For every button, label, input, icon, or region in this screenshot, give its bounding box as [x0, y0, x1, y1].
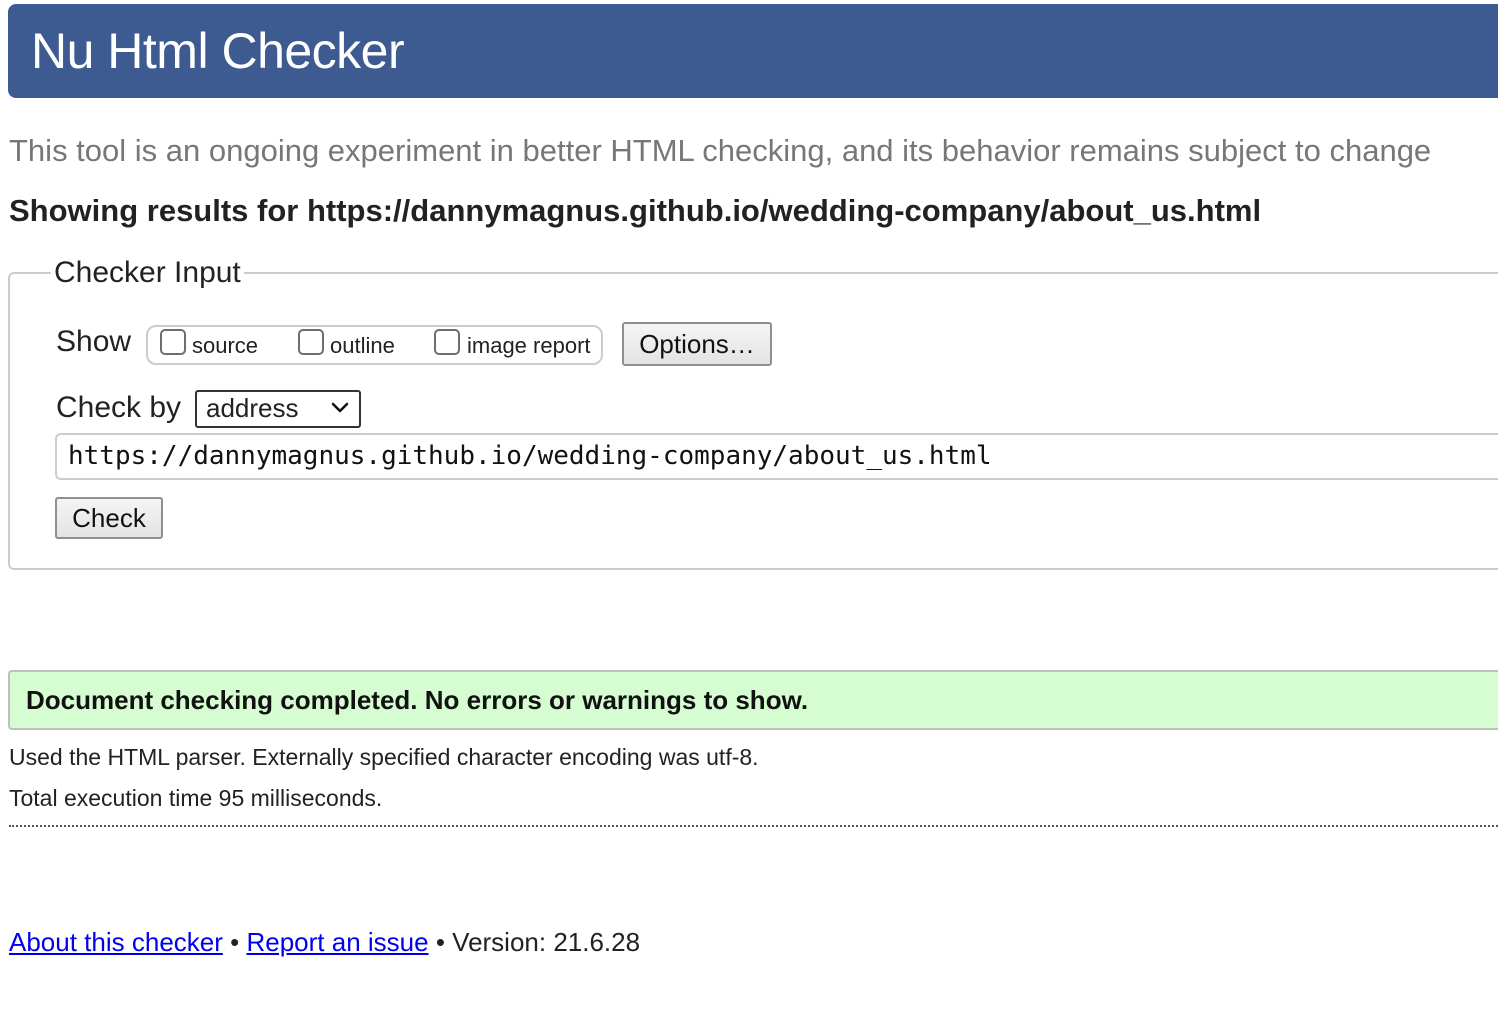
dotted-divider: [9, 825, 1498, 827]
show-options-group: source outline image report: [146, 325, 603, 365]
source-checkbox[interactable]: [160, 329, 186, 355]
checker-input-legend: Checker Input: [51, 256, 244, 290]
app-title: Nu Html Checker: [31, 23, 405, 79]
show-label: Show: [56, 325, 132, 358]
footer: About this checker • Report an issue • V…: [9, 925, 640, 959]
success-message: Document checking completed. No errors o…: [26, 685, 809, 715]
image-report-checkbox-label[interactable]: image report: [467, 333, 591, 359]
check-by-label: Check by: [56, 391, 182, 424]
results-heading: Showing results for https://dannymagnus.…: [9, 193, 1262, 228]
footer-separator: •: [230, 927, 240, 957]
tagline: This tool is an ongoing experiment in be…: [9, 133, 1432, 168]
page-header: Nu Html Checker: [8, 4, 1498, 98]
checker-input-fieldset: Checker Input Show source outline image …: [8, 256, 1498, 570]
version-text: Version: 21.6.28: [452, 927, 641, 957]
source-checkbox-label[interactable]: source: [192, 333, 258, 359]
parser-info: Used the HTML parser. Externally specifi…: [9, 744, 759, 770]
success-banner: Document checking completed. No errors o…: [8, 670, 1498, 730]
footer-separator: •: [435, 927, 445, 957]
outline-checkbox[interactable]: [298, 329, 324, 355]
report-issue-link[interactable]: Report an issue: [246, 927, 428, 957]
check-by-select[interactable]: address: [195, 390, 361, 428]
options-button[interactable]: Options…: [622, 322, 772, 366]
check-by-selected-value: address: [206, 393, 299, 423]
image-report-checkbox[interactable]: [434, 329, 460, 355]
chevron-down-icon: [331, 402, 349, 413]
check-button[interactable]: Check: [55, 497, 163, 539]
outline-checkbox-label[interactable]: outline: [330, 333, 395, 359]
url-input[interactable]: https://dannymagnus.github.io/wedding-co…: [55, 433, 1498, 480]
about-checker-link[interactable]: About this checker: [9, 927, 223, 957]
execution-time: Total execution time 95 milliseconds.: [9, 785, 383, 811]
